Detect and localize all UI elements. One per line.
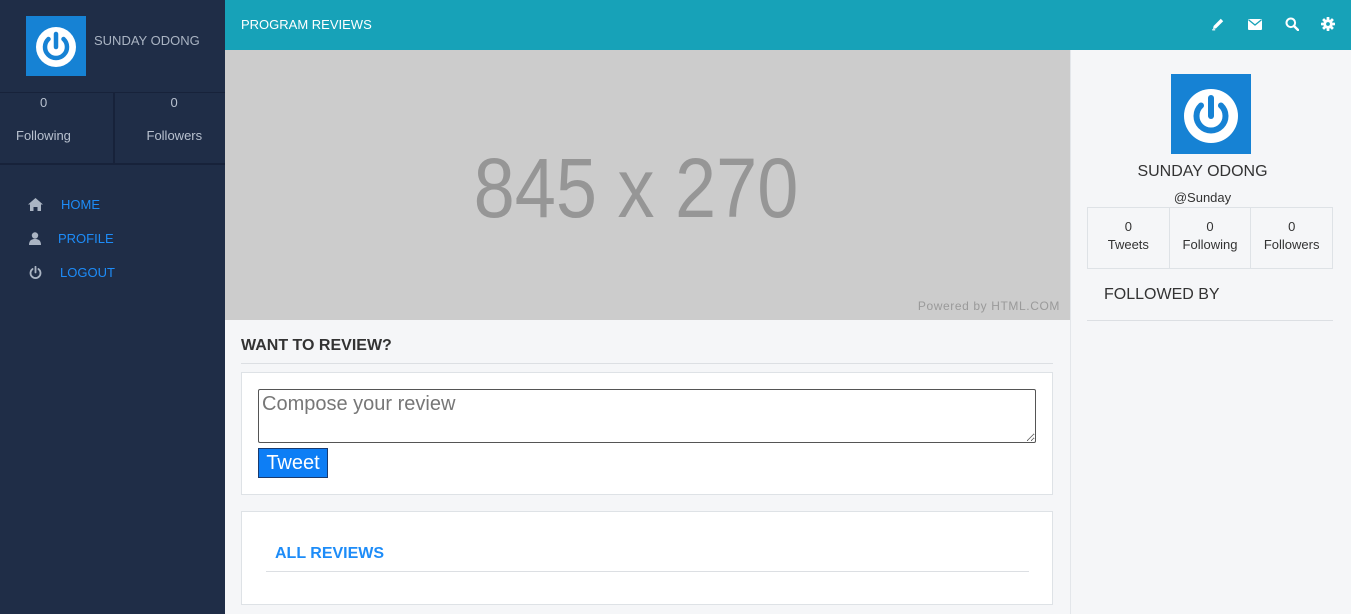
power-logo-icon (36, 27, 76, 67)
profile-avatar[interactable] (1171, 74, 1251, 154)
avatar[interactable] (26, 16, 86, 76)
divider (266, 571, 1029, 572)
all-reviews-title[interactable]: ALL REVIEWS (275, 545, 384, 563)
profile-stat-following[interactable]: 0 Following (1168, 208, 1251, 268)
sidebar-stat-followers[interactable]: 0 Followers (112, 93, 226, 163)
profile-stat-value: 0 (1288, 219, 1296, 234)
profile-handle: @Sunday (1173, 190, 1232, 205)
sidebar-user: SUNDAY ODONG (0, 0, 225, 93)
followed-by-heading: FOLLOWED BY (1104, 286, 1220, 303)
home-icon (27, 196, 43, 212)
profile-stat-followers[interactable]: 0 Followers (1250, 208, 1332, 268)
divider (1087, 320, 1333, 321)
profile-stat-value: 0 (1206, 219, 1214, 234)
review-heading: WANT TO REVIEW? (241, 337, 392, 354)
sidebar-item-logout[interactable]: LOGOUT (0, 255, 225, 289)
profile-stat-label: Tweets (1107, 237, 1149, 252)
sidebar-item-label: HOME (61, 196, 100, 212)
profile-stat-label: Following (1182, 237, 1238, 252)
sidebar-item-label: LOGOUT (60, 264, 115, 280)
all-reviews-box: ALL REVIEWS (241, 511, 1053, 605)
profile-stats: 0 Tweets 0 Following 0 Followers (1087, 207, 1333, 269)
sidebar-stat-label: Following (16, 128, 71, 143)
profile-stat-value: 0 (1124, 219, 1132, 234)
sidebar: SUNDAY ODONG 0 Following 0 Followers HOM… (0, 0, 225, 614)
banner-powered-by: Powered by HTML.COM (917, 299, 1060, 313)
top-bar: PROGRAM REVIEWS (225, 0, 1351, 50)
tweet-button[interactable]: Tweet (258, 448, 328, 478)
user-icon (27, 230, 43, 246)
sidebar-nav: HOME PROFILE LOGOUT (0, 165, 225, 289)
sidebar-stat-following[interactable]: 0 Following (0, 93, 113, 163)
sidebar-item-home[interactable]: HOME (0, 187, 225, 221)
sidebar-stat-label: Followers (146, 128, 203, 143)
sidebar-item-profile[interactable]: PROFILE (0, 221, 225, 255)
profile-panel: SUNDAY ODONG @Sunday 0 Tweets 0 Followin… (1070, 50, 1351, 614)
divider (241, 363, 1053, 364)
profile-stat-label: Followers (1263, 237, 1320, 252)
banner-image: 845 x 270 Powered by HTML.COM (225, 50, 1070, 320)
power-logo-icon (1184, 89, 1238, 143)
power-icon (27, 264, 43, 280)
compose-review-input[interactable] (258, 389, 1036, 443)
banner-size-text: 845 x 270 (473, 141, 799, 235)
pencil-icon[interactable] (1210, 16, 1226, 32)
sidebar-stat-value: 0 (170, 95, 178, 110)
envelope-icon[interactable] (1247, 16, 1263, 32)
page-title: PROGRAM REVIEWS (241, 17, 372, 32)
gear-icon[interactable] (1320, 16, 1336, 32)
sidebar-stats: 0 Following 0 Followers (0, 93, 225, 165)
sidebar-user-name: SUNDAY ODONG (94, 33, 200, 48)
profile-stat-tweets[interactable]: 0 Tweets (1088, 208, 1169, 268)
profile-name: SUNDAY ODONG (1137, 163, 1268, 180)
sidebar-item-label: PROFILE (58, 230, 114, 246)
sidebar-stat-value: 0 (40, 95, 48, 110)
compose-box: Tweet (241, 372, 1053, 495)
search-icon[interactable] (1284, 16, 1300, 32)
